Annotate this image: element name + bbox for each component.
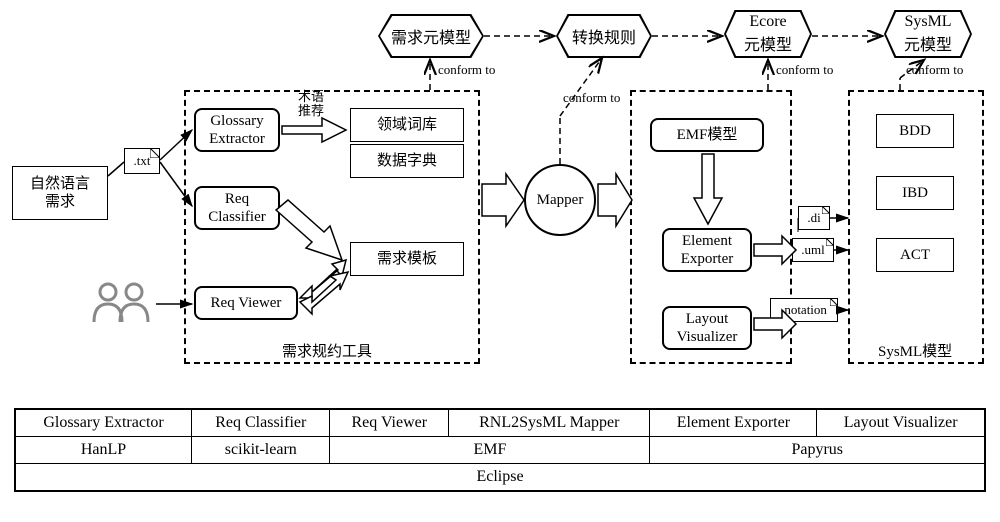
- note-di: .di: [798, 206, 830, 230]
- cell-lv: Layout Visualizer: [817, 409, 985, 437]
- glossary-extractor-box: Glossary Extractor: [194, 108, 280, 152]
- req-spec-caption: 需求规约工具: [282, 340, 372, 361]
- users-icon: [88, 280, 158, 331]
- term-rec-label: 术语 推荐: [298, 90, 324, 119]
- req-viewer-box: Req Viewer: [194, 286, 298, 320]
- cell-mapper: RNL2SysML Mapper: [449, 409, 650, 437]
- table-row: Glossary Extractor Req Classifier Req Vi…: [15, 409, 985, 437]
- table-row: HanLP scikit-learn EMF Papyrus: [15, 437, 985, 464]
- cell-hanlp: HanLP: [15, 437, 192, 464]
- nl-requirements-box: 自然语言 需求: [12, 166, 108, 220]
- req-metamodel-label: 需求元模型: [391, 24, 471, 48]
- sysml-meta-l2: 元模型: [904, 31, 952, 55]
- domain-lexicon-box: 领域词库: [350, 108, 464, 142]
- sysml-caption: SysML模型: [878, 340, 952, 361]
- transform-rule-label: 转换规则: [572, 24, 636, 48]
- cell-ge: Glossary Extractor: [15, 409, 192, 437]
- note-uml: .uml: [792, 238, 834, 262]
- hex-req-metamodel: 需求元模型: [378, 14, 484, 58]
- element-exporter-box: Element Exporter: [662, 228, 752, 272]
- conform-label-4: conform to: [906, 62, 963, 78]
- note-notation: .notation: [770, 298, 838, 322]
- txt-ext-label: .txt: [134, 153, 151, 169]
- note-txt: .txt: [124, 148, 160, 174]
- di-label: .di: [807, 210, 820, 226]
- mapper-label: Mapper: [537, 192, 584, 209]
- bdd-box: BDD: [876, 114, 954, 148]
- cell-sklearn: scikit-learn: [192, 437, 330, 464]
- mapper-circle: Mapper: [524, 164, 596, 236]
- req-template-box: 需求模板: [350, 242, 464, 276]
- nl-req-l1: 自然语言: [30, 175, 90, 193]
- cell-rv: Req Viewer: [330, 409, 449, 437]
- arrows-svg: [8, 8, 992, 418]
- table-row: Eclipse: [15, 464, 985, 492]
- uml-label: .uml: [801, 242, 824, 258]
- diagram-canvas: 需求元模型 转换规则 Ecore 元模型 SysML 元模型 conform t…: [8, 8, 992, 514]
- cell-eclipse: Eclipse: [15, 464, 985, 492]
- conform-label-3: conform to: [776, 62, 833, 78]
- cell-papyrus: Papyrus: [650, 437, 985, 464]
- conform-label-2: conform to: [563, 90, 620, 106]
- hex-transform-rule: 转换规则: [556, 14, 652, 58]
- notation-label: .notation: [781, 302, 827, 318]
- ibd-box: IBD: [876, 176, 954, 210]
- hex-sysml-metamodel: SysML 元模型: [884, 10, 972, 58]
- hex-ecore-metamodel: Ecore 元模型: [724, 10, 812, 58]
- cell-ee: Element Exporter: [650, 409, 817, 437]
- emf-model-box: EMF模型: [650, 118, 764, 152]
- conform-label-1: conform to: [438, 62, 495, 78]
- components-table: Glossary Extractor Req Classifier Req Vi…: [14, 408, 986, 492]
- sysml-meta-l1: SysML: [904, 13, 951, 31]
- ecore-l1: Ecore: [749, 13, 786, 31]
- nl-req-l2: 需求: [45, 193, 75, 211]
- data-dict-box: 数据字典: [350, 144, 464, 178]
- cell-emf: EMF: [330, 437, 650, 464]
- req-classifier-box: Req Classifier: [194, 186, 280, 230]
- cell-rc: Req Classifier: [192, 409, 330, 437]
- act-box: ACT: [876, 238, 954, 272]
- layout-visualizer-box: Layout Visualizer: [662, 306, 752, 350]
- ecore-l2: 元模型: [744, 31, 792, 55]
